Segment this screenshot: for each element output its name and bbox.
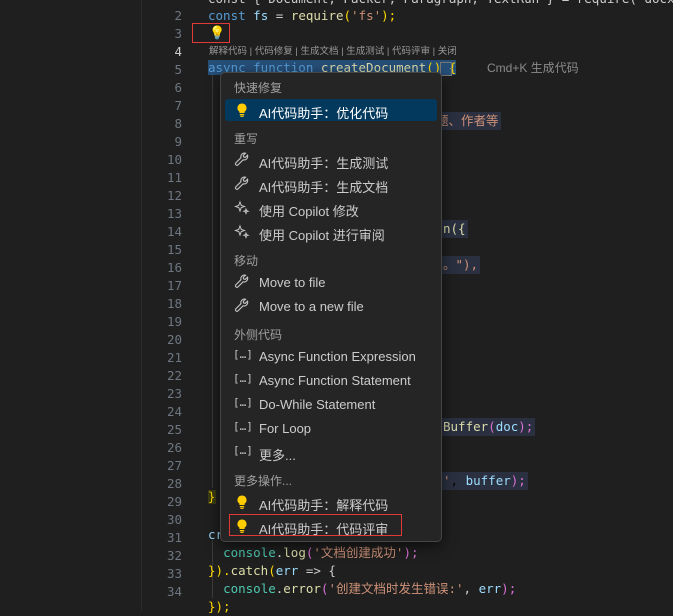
menu-item-label: AI代码助手：解释代码 bbox=[259, 498, 389, 513]
line-number: 15 bbox=[166, 242, 182, 257]
lightbulb-icon[interactable]: 💡 bbox=[209, 26, 225, 41]
line-number: 17 bbox=[166, 278, 182, 293]
line-number: 10 bbox=[166, 152, 182, 167]
line-number: 27 bbox=[166, 458, 182, 473]
menu-item-for-loop[interactable]: […] For Loop bbox=[225, 417, 437, 439]
menu-item-label: For Loop bbox=[259, 421, 312, 436]
code-action-menu: 快速修复 AI代码助手：优化代码 重写 AI代码助手：生成测试 AI代码助手：生… bbox=[220, 72, 442, 542]
line-number: 26 bbox=[166, 440, 182, 455]
line-number: 33 bbox=[166, 566, 182, 581]
menu-item-async-statement[interactable]: […] Async Function Statement bbox=[225, 369, 437, 391]
ai-codelens-actions[interactable]: 解释代码 | 代码修复 | 生成文档 | 生成测试 | 代码评审 | 关闭 bbox=[209, 43, 457, 57]
section-more-actions: 更多操作... bbox=[234, 474, 293, 488]
line-number: 32 bbox=[166, 548, 182, 563]
line-number: 16 bbox=[166, 260, 182, 275]
sparkle-icon bbox=[234, 224, 250, 240]
code-line-34: }); bbox=[208, 599, 231, 614]
menu-item-async-expression[interactable]: […] Async Function Expression bbox=[225, 345, 437, 367]
line-number: 31 bbox=[166, 530, 182, 545]
line-number: 21 bbox=[166, 350, 182, 365]
line-number: 8 bbox=[174, 116, 182, 131]
snippet-icon: […] bbox=[233, 396, 253, 409]
line-number: 28 bbox=[166, 476, 182, 491]
closing-brace: } bbox=[208, 490, 216, 504]
lightbulb-icon bbox=[234, 494, 250, 510]
highlight-box bbox=[229, 514, 402, 536]
bracket-match-highlight bbox=[440, 62, 452, 76]
line-number: 4 bbox=[174, 44, 182, 59]
line-number: 6 bbox=[174, 80, 182, 95]
menu-item-label: AI代码助手：优化代码 bbox=[259, 106, 389, 121]
menu-item-label: Move to file bbox=[259, 275, 326, 290]
section-move: 移动 bbox=[234, 254, 259, 268]
snippet-icon: […] bbox=[233, 372, 253, 385]
code-fragment: n({ bbox=[441, 220, 468, 238]
menu-item-label: 更多... bbox=[259, 448, 296, 463]
menu-item-move-to-new-file[interactable]: Move to a new file bbox=[225, 295, 437, 317]
line-number: 25 bbox=[166, 422, 182, 437]
menu-item-label: 使用 Copilot 修改 bbox=[259, 204, 359, 219]
line-number: 5 bbox=[174, 62, 182, 77]
menu-item-gen-doc[interactable]: AI代码助手：生成文档 bbox=[225, 173, 437, 195]
menu-item-label: 使用 Copilot 进行审阅 bbox=[259, 228, 385, 243]
menu-item-do-while[interactable]: […] Do-While Statement bbox=[225, 393, 437, 415]
code-line-2: const fs = require('fs'); bbox=[208, 8, 397, 23]
menu-item-label: AI代码助手：生成文档 bbox=[259, 180, 389, 195]
code-line-32: }).catch(err => { bbox=[208, 563, 336, 578]
line-number: 34 bbox=[166, 584, 182, 599]
menu-item-gen-test[interactable]: AI代码助手：生成测试 bbox=[225, 149, 437, 171]
menu-item-copilot-modify[interactable]: 使用 Copilot 修改 bbox=[225, 197, 437, 219]
menu-item-explain[interactable]: AI代码助手：解释代码 bbox=[225, 491, 437, 513]
lightbulb-icon bbox=[234, 102, 250, 118]
menu-item-label: Do-While Statement bbox=[259, 397, 376, 412]
line-number: 11 bbox=[166, 170, 182, 185]
menu-item-optimize[interactable]: AI代码助手：优化代码 bbox=[225, 99, 437, 121]
menu-item-label: AI代码助手：生成测试 bbox=[259, 156, 389, 171]
menu-item-move-to-file[interactable]: Move to file bbox=[225, 271, 437, 293]
line-number: 29 bbox=[166, 494, 182, 509]
snippet-icon: […] bbox=[233, 420, 253, 433]
code-line-31: console.log('文档创建成功'); bbox=[223, 545, 419, 560]
line-number: 18 bbox=[166, 296, 182, 311]
section-rewrite: 重写 bbox=[234, 132, 259, 146]
menu-item-more[interactable]: […] 更多... bbox=[225, 441, 437, 463]
line-number: 23 bbox=[166, 386, 182, 401]
wrench-icon bbox=[234, 298, 250, 314]
wrench-icon bbox=[234, 176, 250, 192]
sparkle-icon bbox=[234, 200, 250, 216]
line-number: 20 bbox=[166, 332, 182, 347]
line-number: 14 bbox=[166, 224, 182, 239]
menu-item-copilot-review[interactable]: 使用 Copilot 进行审阅 bbox=[225, 221, 437, 243]
line-number: 2 bbox=[174, 8, 182, 23]
line-number: 7 bbox=[174, 98, 182, 113]
line-number: 30 bbox=[166, 512, 182, 527]
cmdk-hint: Cmd+K 生成代码 bbox=[487, 61, 579, 75]
code-fragment: ', buffer); bbox=[441, 472, 528, 490]
snippet-icon: […] bbox=[233, 348, 253, 361]
menu-item-label: Move to a new file bbox=[259, 299, 364, 314]
line-number-gutter: 2 3 4 5 6 7 8 9 10 11 12 13 14 15 16 17 18 19 20 21 22 23 24 25… bbox=[142, 0, 204, 611]
section-quick-fix: 快速修复 bbox=[234, 81, 283, 95]
left-panel bbox=[0, 0, 141, 611]
snippet-icon: […] bbox=[233, 444, 253, 457]
line-number: 12 bbox=[166, 188, 182, 203]
line-number: 9 bbox=[174, 134, 182, 149]
menu-item-label: Async Function Expression bbox=[259, 349, 416, 364]
section-surround: 外侧代码 bbox=[234, 328, 283, 342]
line-number: 3 bbox=[174, 26, 182, 41]
line-number: 13 bbox=[166, 206, 182, 221]
code-fragment: Buffer(doc); bbox=[441, 418, 536, 436]
wrench-icon bbox=[234, 274, 250, 290]
code-fragment: 题、作者等 bbox=[434, 112, 501, 130]
code-line-33: console.error('创建文档时发生错误:', err); bbox=[223, 581, 517, 596]
code-fragment: 。"), bbox=[441, 256, 481, 274]
line-number: 19 bbox=[166, 314, 182, 329]
line-number: 22 bbox=[166, 368, 182, 383]
wrench-icon bbox=[234, 152, 250, 168]
menu-item-label: Async Function Statement bbox=[259, 373, 411, 388]
line-number: 24 bbox=[166, 404, 182, 419]
